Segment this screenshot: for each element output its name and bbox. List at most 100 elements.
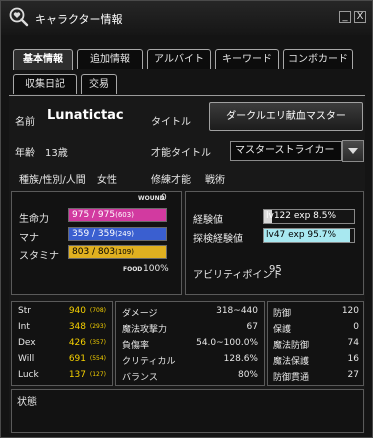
defense-value: 120 [341, 306, 359, 316]
race-gender-label: 種族/性別/人間 [19, 175, 86, 186]
triangle-down-icon [348, 148, 358, 154]
tab-basic-info[interactable]: 基本情報 [13, 49, 73, 70]
mp-base: (249) [115, 230, 134, 238]
defense-value: 0 [353, 322, 359, 332]
training-talent-value: 戦術 [205, 175, 225, 186]
age-label: 年齢 [15, 148, 35, 159]
combat-value: 67 [246, 322, 258, 332]
defense-name: 魔法保護 [273, 357, 310, 367]
stats-row: Luck 137 (127) [18, 370, 106, 384]
combat-row: ダメージ 318~440 [122, 306, 258, 320]
defense-row: 保護 0 [273, 322, 359, 336]
exp-value: lv122 exp 8.5% [266, 211, 337, 221]
status-label: 状態 [17, 397, 37, 408]
character-info-window: キャラクター情報 _ X 基本情報 追加情報 アルバイト キーワード コンボカー… [0, 0, 373, 438]
stat-base-value: (357) [89, 339, 106, 346]
hp-value: 975 / 975 [72, 210, 116, 220]
defense-name: 防御貫通 [273, 373, 310, 383]
defense-row: 魔法保護 16 [273, 354, 359, 368]
hp-bar: 975 / 975(603) [68, 208, 167, 222]
training-talent-label: 修練才能 [151, 175, 191, 186]
stats-name: Dex [18, 338, 36, 348]
sp-bar: 803 / 803(109) [68, 245, 167, 259]
defense-value: 74 [347, 338, 359, 348]
talent-title-dropdown-button[interactable] [342, 140, 364, 162]
exp-bar: lv122 exp 8.5% [263, 209, 355, 224]
combat-value: 54.0~100.0% [196, 338, 258, 348]
minimize-button[interactable]: _ [339, 11, 351, 23]
defense-value: 16 [347, 354, 359, 364]
mp-value: 359 / 359 [72, 229, 116, 239]
ability-points-value: 95 [269, 264, 282, 275]
stat-value: 691 [68, 354, 86, 364]
status-panel [11, 389, 364, 433]
defense-row: 防御貫通 27 [273, 370, 359, 384]
combat-name: クリティカル [122, 357, 176, 367]
wound-value: 0 [161, 193, 167, 203]
stats-name: Str [18, 306, 31, 316]
stat-base-value: (293) [89, 323, 106, 330]
combat-row: バランス 80% [122, 370, 258, 384]
name-label: 名前 [15, 117, 35, 128]
defense-row: 防御 120 [273, 306, 359, 320]
combat-value: 318~440 [216, 306, 258, 316]
exp-label: 経験値 [193, 215, 223, 226]
tab-combo-card[interactable]: コンボカード [283, 49, 353, 69]
stats-row: Will 691 (554) [18, 354, 106, 368]
combat-row: クリティカル 128.6% [122, 354, 258, 368]
tab-trade[interactable]: 交易 [81, 74, 117, 94]
magnifier-heart-icon [9, 7, 29, 27]
combat-row: 負傷率 54.0~100.0% [122, 338, 258, 352]
defense-name: 防御 [273, 309, 292, 319]
stats-row: Str 940 (708) [18, 306, 106, 320]
combat-name: 魔法攻撃力 [122, 325, 168, 335]
combat-name: バランス [122, 373, 158, 383]
explore-exp-bar: lv47 exp 95.7% [263, 228, 355, 243]
tab-keyword[interactable]: キーワード [215, 49, 279, 69]
explore-exp-value: lv47 exp 95.7% [266, 230, 337, 240]
close-button[interactable]: X [354, 11, 366, 23]
food-label: FOOD [123, 266, 143, 273]
stats-name: Luck [18, 370, 39, 380]
stats-name: Will [18, 354, 35, 364]
explore-exp-label: 探検経験値 [193, 234, 243, 245]
title-select-button[interactable]: ダークルエリ献血マスター [209, 102, 363, 131]
age-value: 13歳 [45, 148, 68, 159]
defense-row: 魔法防御 74 [273, 338, 359, 352]
combat-name: 負傷率 [122, 341, 150, 351]
stat-value: 137 [68, 370, 86, 380]
defense-name: 保護 [273, 325, 292, 335]
talent-title-select[interactable]: マスターストライカー [230, 141, 342, 161]
stats-row: Int 348 (293) [18, 322, 106, 336]
combat-value: 128.6% [223, 354, 258, 364]
talent-title-label: 才能タイトル [151, 148, 211, 159]
combat-row: 魔法攻撃力 67 [122, 322, 258, 336]
stats-row: Dex 426 (357) [18, 338, 106, 352]
defense-name: 魔法防御 [273, 341, 310, 351]
hp-base: (603) [115, 211, 134, 219]
combat-name: ダメージ [122, 309, 158, 319]
combat-value: 80% [237, 370, 258, 380]
title-bar[interactable]: キャラクター情報 _ X [1, 1, 372, 35]
stat-value: 426 [68, 338, 86, 348]
defense-value: 27 [347, 370, 359, 380]
mp-label: マナ [19, 233, 39, 244]
stat-value: 940 [68, 306, 86, 316]
stat-base-value: (708) [89, 307, 106, 314]
tab-part-time[interactable]: アルバイト [147, 49, 211, 69]
stat-value: 348 [68, 322, 86, 332]
food-value: 100% [143, 264, 169, 274]
tab-additional-info[interactable]: 追加情報 [77, 49, 143, 69]
mp-bar: 359 / 359(249) [68, 227, 167, 241]
character-name: Lunatictac [47, 108, 124, 123]
stats-name: Int [18, 322, 30, 332]
window-title: キャラクター情報 [35, 13, 123, 26]
stat-base-value: (127) [89, 371, 106, 378]
stat-base-value: (554) [89, 355, 106, 362]
tab-collection-diary[interactable]: 収集日記 [13, 74, 77, 94]
gender-value: 女性 [97, 175, 117, 186]
hp-label: 生命力 [19, 214, 49, 225]
sp-label: スタミナ [19, 251, 59, 262]
sp-base: (109) [115, 248, 134, 256]
sp-value: 803 / 803 [72, 247, 116, 257]
